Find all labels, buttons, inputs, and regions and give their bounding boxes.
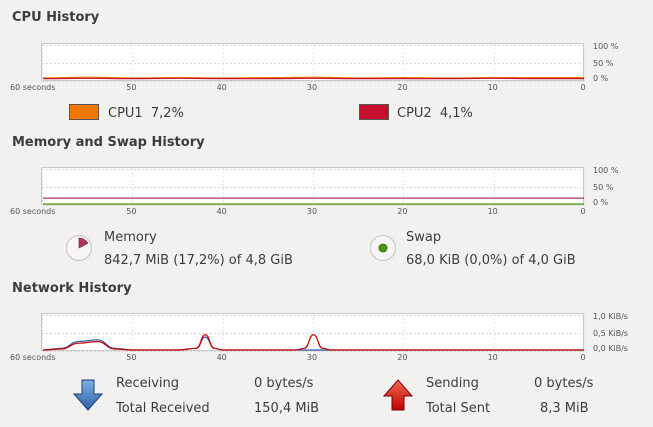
mem-x-label-2: 40: [216, 207, 227, 216]
sending-arrow-icon[interactable]: [382, 378, 414, 412]
memory-pie-slice: [78, 237, 89, 249]
network-history-plot: [42, 314, 585, 352]
cpu1-value: 7,2%: [150, 106, 184, 121]
swap-indicator: [378, 243, 388, 253]
net-x-label-1: 50: [126, 353, 137, 362]
net-x-label-0: 60 seconds: [10, 353, 56, 362]
sending-value: 0 bytes/s: [534, 376, 594, 391]
cpu2-label: CPU2: [397, 106, 432, 121]
network-history-title: Network History: [12, 281, 132, 296]
cpu2-value: 4,1%: [439, 106, 473, 121]
cpu1-label: CPU1: [108, 106, 143, 121]
mem-x-label-6: 0: [580, 207, 586, 216]
net-x-label-2: 40: [216, 353, 227, 362]
cpu-y-label-100: 100 %: [593, 42, 619, 51]
receiving-value: 0 bytes/s: [254, 376, 314, 391]
cpu1-color-swatch[interactable]: [69, 104, 99, 120]
mem-y-label-0: 0 %: [593, 198, 609, 207]
total-sent-label: Total Sent: [426, 401, 491, 416]
swap-value: 68,0 KiB (0,0%) of 4,0 GiB: [406, 253, 576, 268]
mem-y-label-100: 100 %: [593, 166, 619, 175]
net-x-label-5: 10: [487, 353, 498, 362]
cpu-y-label-50: 50 %: [593, 59, 614, 68]
cpu-history-plot: [42, 44, 585, 82]
receiving-label: Receiving: [116, 376, 180, 391]
cpu2-color-swatch[interactable]: [359, 104, 389, 120]
cpu-y-label-0: 0 %: [593, 74, 609, 83]
net-x-label-3: 30: [306, 353, 318, 362]
mem-x-label-1: 50: [126, 207, 137, 216]
mem-x-label-5: 10: [487, 207, 498, 216]
swap-pie-icon[interactable]: [370, 235, 396, 261]
net-x-label-4: 20: [397, 353, 408, 362]
cpu-history-graph: [41, 43, 585, 82]
cpu-x-label-5: 10: [487, 83, 498, 92]
cpu-x-label-0: 60 seconds: [10, 83, 56, 92]
cpu-x-label-4: 20: [397, 83, 408, 92]
network-history-graph: [41, 313, 585, 352]
memory-history-title: Memory and Swap History: [12, 135, 205, 150]
memory-value: 842,7 MiB (17,2%) of 4,8 GiB: [104, 253, 293, 268]
net-x-label-6: 0: [580, 353, 586, 362]
net-y-label-max: 1,0 KiB/s: [593, 312, 629, 321]
mem-x-label-3: 30: [306, 207, 318, 216]
cpu2-legend: CPU2 4,1%: [397, 106, 473, 121]
cpu-x-label-3: 30: [306, 83, 318, 92]
mem-x-label-4: 20: [397, 207, 408, 216]
cpu1-legend: CPU1 7,2%: [108, 106, 184, 121]
net-y-label-mid: 0,5 KiB/s: [593, 329, 629, 338]
total-received-label: Total Received: [116, 401, 210, 416]
receiving-arrow-icon[interactable]: [72, 378, 104, 412]
mem-x-label-0: 60 seconds: [10, 207, 56, 216]
cpu-history-title: CPU History: [12, 10, 100, 25]
total-sent-value: 8,3 MiB: [540, 401, 589, 416]
memory-history-plot: [42, 168, 585, 206]
total-received-value: 150,4 MiB: [254, 401, 320, 416]
mem-y-label-50: 50 %: [593, 183, 614, 192]
swap-label: Swap: [406, 230, 442, 245]
memory-label: Memory: [104, 230, 157, 245]
net-y-label-zero: 0,0 KiB/s: [593, 344, 629, 353]
cpu-x-label-2: 40: [216, 83, 227, 92]
cpu-x-label-6: 0: [580, 83, 586, 92]
cpu-x-label-1: 50: [126, 83, 137, 92]
memory-pie-icon[interactable]: [66, 235, 92, 261]
sending-label: Sending: [426, 376, 479, 391]
memory-history-graph: [41, 167, 585, 206]
